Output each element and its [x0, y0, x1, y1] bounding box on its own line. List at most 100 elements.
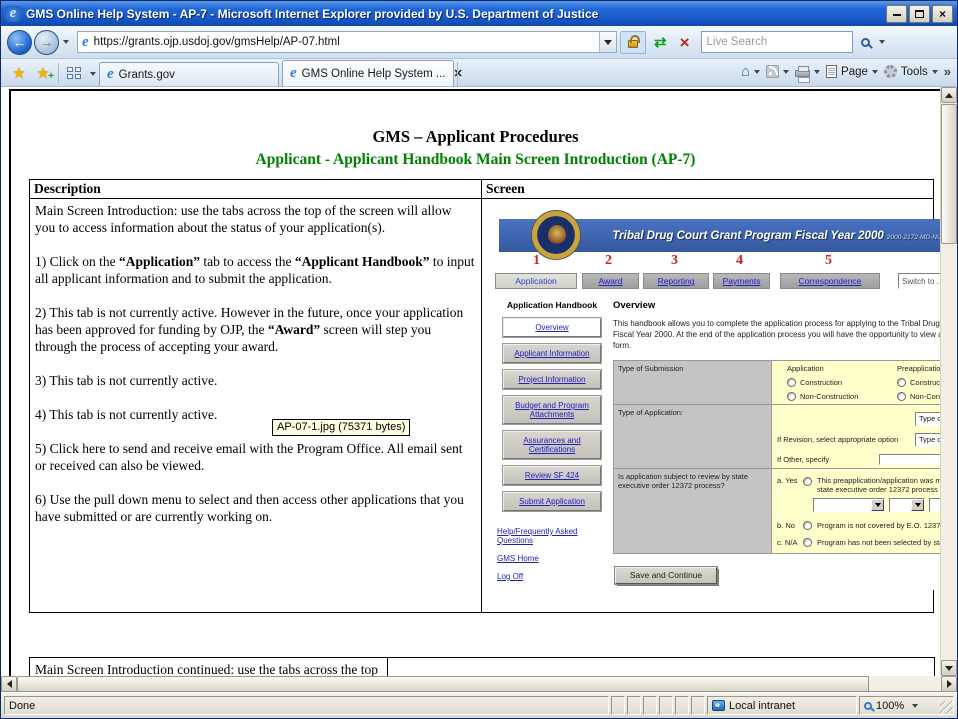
security-zone: Local intranet — [707, 696, 857, 715]
gms-step-numbers: 123456 — [493, 252, 940, 273]
horizontal-scroll-thumb[interactable] — [17, 676, 869, 692]
sidebar-button-review-sf-424[interactable]: Review SF 424 — [503, 466, 601, 485]
sidebar-link-gms-home[interactable]: GMS Home — [497, 554, 587, 563]
application-construction-radio[interactable] — [787, 378, 796, 387]
history-dropdown-icon[interactable] — [63, 40, 69, 44]
address-dropdown-button[interactable] — [599, 32, 616, 52]
status-bar: Done Local intranet 100% — [1, 692, 957, 718]
overview-text: This handbook allows you to complete the… — [613, 318, 940, 352]
sidebar-button-overview[interactable]: Overview — [503, 318, 601, 337]
sidebar-button-project-information[interactable]: Project Information — [503, 370, 601, 389]
vertical-scrollbar[interactable] — [940, 87, 957, 676]
zoom-dropdown-icon[interactable] — [912, 704, 918, 708]
address-bar[interactable]: e https://grants.ojp.usdoj.gov/gmsHelp/A… — [77, 31, 617, 53]
back-button[interactable]: ← — [7, 30, 32, 55]
dropdown-arrow-icon[interactable] — [911, 499, 924, 511]
tab-grants-gov[interactable]: e Grants.gov — [99, 62, 279, 86]
save-and-continue-button[interactable]: Save and Continue — [615, 567, 717, 584]
zoom-control[interactable]: 100% — [859, 696, 954, 715]
content-area: GMS – Applicant Procedures Applicant - A… — [1, 87, 958, 694]
description-paragraph: Main Screen Introduction: use the tabs a… — [35, 202, 475, 236]
close-button[interactable]: × — [932, 5, 953, 23]
option-a-text: This preapplication/application was made… — [817, 476, 940, 494]
continued-table: Main Screen Introduction continued: use … — [29, 657, 935, 676]
dropdown-arrow-icon[interactable] — [871, 499, 884, 511]
stop-button[interactable]: × — [675, 31, 695, 54]
maximize-button[interactable] — [909, 5, 930, 23]
switch-to-select[interactable]: Switch to ... — [898, 273, 940, 289]
quick-tabs-button[interactable] — [62, 61, 86, 84]
search-options-dropdown-icon[interactable] — [879, 40, 885, 44]
zone-label: Local intranet — [729, 700, 795, 712]
toolbar-overflow-icon[interactable]: » — [944, 64, 951, 79]
sidebar-link-log-off[interactable]: Log Off — [497, 572, 587, 581]
gms-main: Overview This handbook allows you to com… — [611, 300, 940, 590]
gms-banner-title: Tribal Drug Court Grant Program Fiscal Y… — [582, 230, 940, 242]
refresh-button[interactable]: ⇄ — [649, 31, 672, 54]
gms-tab-payments[interactable]: Payments — [713, 273, 770, 289]
sidebar-button-budget-and-program-attachments[interactable]: Budget and Program Attachments — [503, 396, 601, 424]
if-revision-label: If Revision, select appropriate option — [777, 435, 898, 444]
tab-list-dropdown-icon[interactable] — [90, 72, 96, 76]
gms-tab-reporting[interactable]: Reporting — [643, 273, 709, 289]
gms-sidebar-buttons: Overview Applicant Information Project Inf… — [493, 318, 611, 511]
scroll-right-button[interactable] — [941, 676, 957, 692]
gms-tab-application[interactable]: Application — [495, 273, 577, 289]
gms-tab-correspondence[interactable]: Correspondence — [780, 273, 880, 289]
add-favorite-button[interactable]: ★+ — [31, 61, 55, 84]
sidebar-button-applicant-information[interactable]: Applicant Information — [503, 344, 601, 363]
help-page: GMS – Applicant Procedures Applicant - A… — [9, 89, 940, 676]
vertical-scroll-thumb[interactable] — [941, 104, 957, 244]
printer-icon — [795, 70, 810, 77]
page-icon — [826, 65, 837, 78]
gms-sidebar: Application Handbook Overview Applicant I… — [493, 300, 611, 590]
zoom-magnifier-icon — [864, 702, 872, 710]
gms-banner: Tribal Drug Court Grant Program Fiscal Y… — [499, 219, 940, 252]
tab-gms-online-help[interactable]: e GMS Online Help System ... ✕ — [282, 60, 454, 86]
application-non-construction-radio[interactable] — [787, 392, 796, 401]
scroll-up-button[interactable] — [941, 87, 957, 103]
page-menu-button[interactable]: Page — [826, 65, 878, 78]
search-button[interactable] — [856, 31, 875, 54]
type-of-revision-select[interactable]: Type of Revision — [915, 433, 940, 447]
sidebar-button-submit-application[interactable]: Submit Application — [503, 492, 601, 511]
home-button[interactable]: ⌂ — [741, 64, 760, 79]
resize-grip[interactable] — [940, 701, 953, 714]
review-month-select[interactable] — [813, 498, 885, 512]
sidebar-title: Application Handbook — [493, 300, 611, 310]
new-tab-stub[interactable] — [457, 62, 485, 86]
option-b-radio[interactable] — [803, 521, 812, 530]
option-c-radio[interactable] — [803, 538, 812, 547]
gms-tab-award[interactable]: Award — [582, 273, 639, 289]
tools-menu-button[interactable]: Tools — [884, 65, 938, 78]
feeds-button[interactable] — [766, 65, 789, 78]
review-day-select[interactable] — [889, 498, 925, 512]
preapplication-construction-radio[interactable] — [897, 378, 906, 387]
gms-banner-code: 2000-2172-MD-NU — [887, 234, 940, 241]
description-paragraph: 5) Click here to send and receive email … — [35, 440, 475, 474]
sidebar-link-help-frequently-asked-questions[interactable]: Help/Frequently Asked Questions — [497, 527, 587, 545]
zoom-level: 100% — [876, 700, 904, 712]
option-a-radio[interactable] — [803, 477, 812, 486]
local-intranet-icon — [712, 700, 725, 711]
step-number-3: 3 — [671, 253, 678, 269]
review-year-select[interactable] — [929, 498, 940, 512]
ie-logo-icon: e — [5, 6, 21, 22]
minimize-button[interactable] — [886, 5, 907, 23]
if-other-label: If Other, specify — [777, 455, 829, 464]
favorites-button[interactable]: ★ — [7, 61, 31, 84]
security-lock-button[interactable] — [620, 31, 646, 54]
preapplication-non-construction-radio[interactable] — [897, 392, 906, 401]
other-specify-input[interactable] — [879, 454, 940, 465]
search-input[interactable]: Live Search — [701, 31, 853, 53]
type-of-application-select[interactable]: Type of Application — [915, 412, 940, 426]
scroll-left-button[interactable] — [1, 676, 17, 692]
forward-button[interactable]: → — [34, 30, 59, 55]
scroll-down-button[interactable] — [941, 660, 957, 676]
search-placeholder: Live Search — [707, 36, 768, 48]
sidebar-button-assurances-and-certifications[interactable]: Assurances and Certifications — [503, 431, 601, 459]
horizontal-scrollbar[interactable] — [1, 676, 957, 692]
print-button[interactable] — [795, 66, 820, 77]
window-title: GMS Online Help System - AP-7 - Microsof… — [26, 7, 886, 21]
url-text[interactable]: https://grants.ojp.usdoj.gov/gmsHelp/AP-… — [94, 36, 599, 48]
